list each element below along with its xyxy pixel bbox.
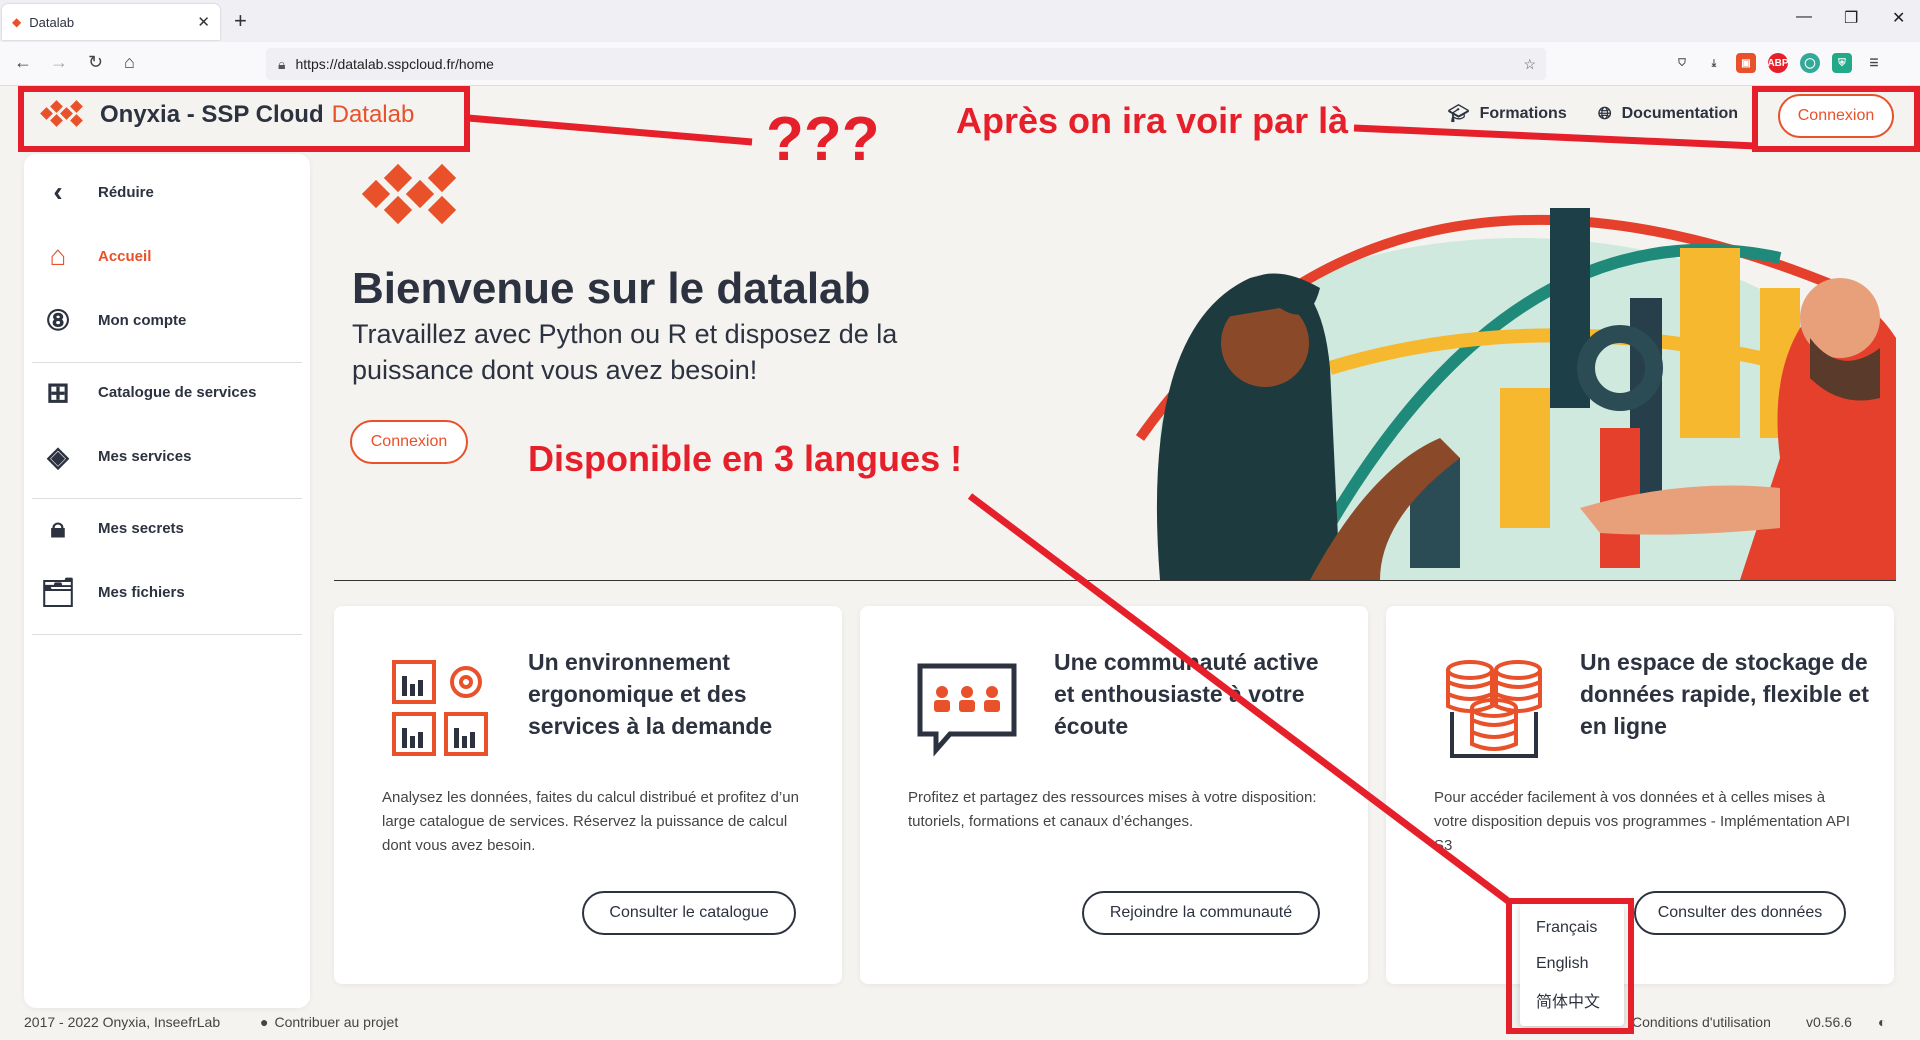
- datalab-favicon-icon: ◆: [12, 15, 22, 29]
- reload-icon[interactable]: ↻: [88, 52, 103, 73]
- restore-icon[interactable]: ❐: [1844, 8, 1858, 28]
- url-text: https://datalab.sspcloud.fr/home: [295, 56, 494, 72]
- forward-icon[interactable]: →: [50, 52, 68, 73]
- browser-tab-bar: ◆ Datalab ✕ + — ❐ ✕: [0, 0, 1920, 42]
- annotation-lines: [467, 114, 1757, 907]
- annotation-languages: Disponible en 3 langues !: [528, 438, 963, 479]
- page-content: Onyxia - SSP Cloud Datalab 🎓︎ Formations…: [0, 86, 1920, 1040]
- annotation-later: Après on ira voir par là: [956, 100, 1349, 141]
- tab-close-icon[interactable]: ✕: [197, 13, 210, 31]
- home-browser-icon[interactable]: ⌂: [124, 52, 135, 73]
- shield-extension-icon[interactable]: ⛨: [1832, 53, 1852, 73]
- minimize-icon[interactable]: —: [1796, 8, 1812, 26]
- annotation-question: ???: [766, 105, 880, 174]
- annotation-box-languages: [1506, 898, 1634, 1034]
- url-bar[interactable]: 🔒︎ https://datalab.sspcloud.fr/home ☆: [266, 48, 1546, 80]
- annotation-box-login: [1752, 86, 1920, 152]
- download-icon[interactable]: ⤓: [1704, 53, 1724, 73]
- lock-url-icon: 🔒︎: [278, 55, 286, 72]
- new-tab-icon[interactable]: +: [234, 8, 247, 34]
- close-window-icon[interactable]: ✕: [1892, 8, 1905, 28]
- browser-nav-bar: ← → ↻ ⌂ 🔒︎ https://datalab.sspcloud.fr/h…: [0, 42, 1920, 86]
- menu-icon[interactable]: ☰: [1864, 53, 1884, 73]
- bookmark-star-icon[interactable]: ☆: [1523, 56, 1536, 73]
- tab-title: Datalab: [29, 14, 75, 30]
- adblock-icon[interactable]: ABP: [1767, 53, 1789, 73]
- extension-icon[interactable]: ▣: [1736, 53, 1756, 73]
- pocket-icon[interactable]: ⛉: [1672, 53, 1692, 73]
- extension-ring-icon[interactable]: ◯: [1800, 53, 1820, 73]
- back-icon[interactable]: ←: [14, 52, 32, 73]
- annotation-box-brand: [18, 86, 470, 152]
- browser-tab[interactable]: ◆ Datalab ✕: [2, 4, 220, 40]
